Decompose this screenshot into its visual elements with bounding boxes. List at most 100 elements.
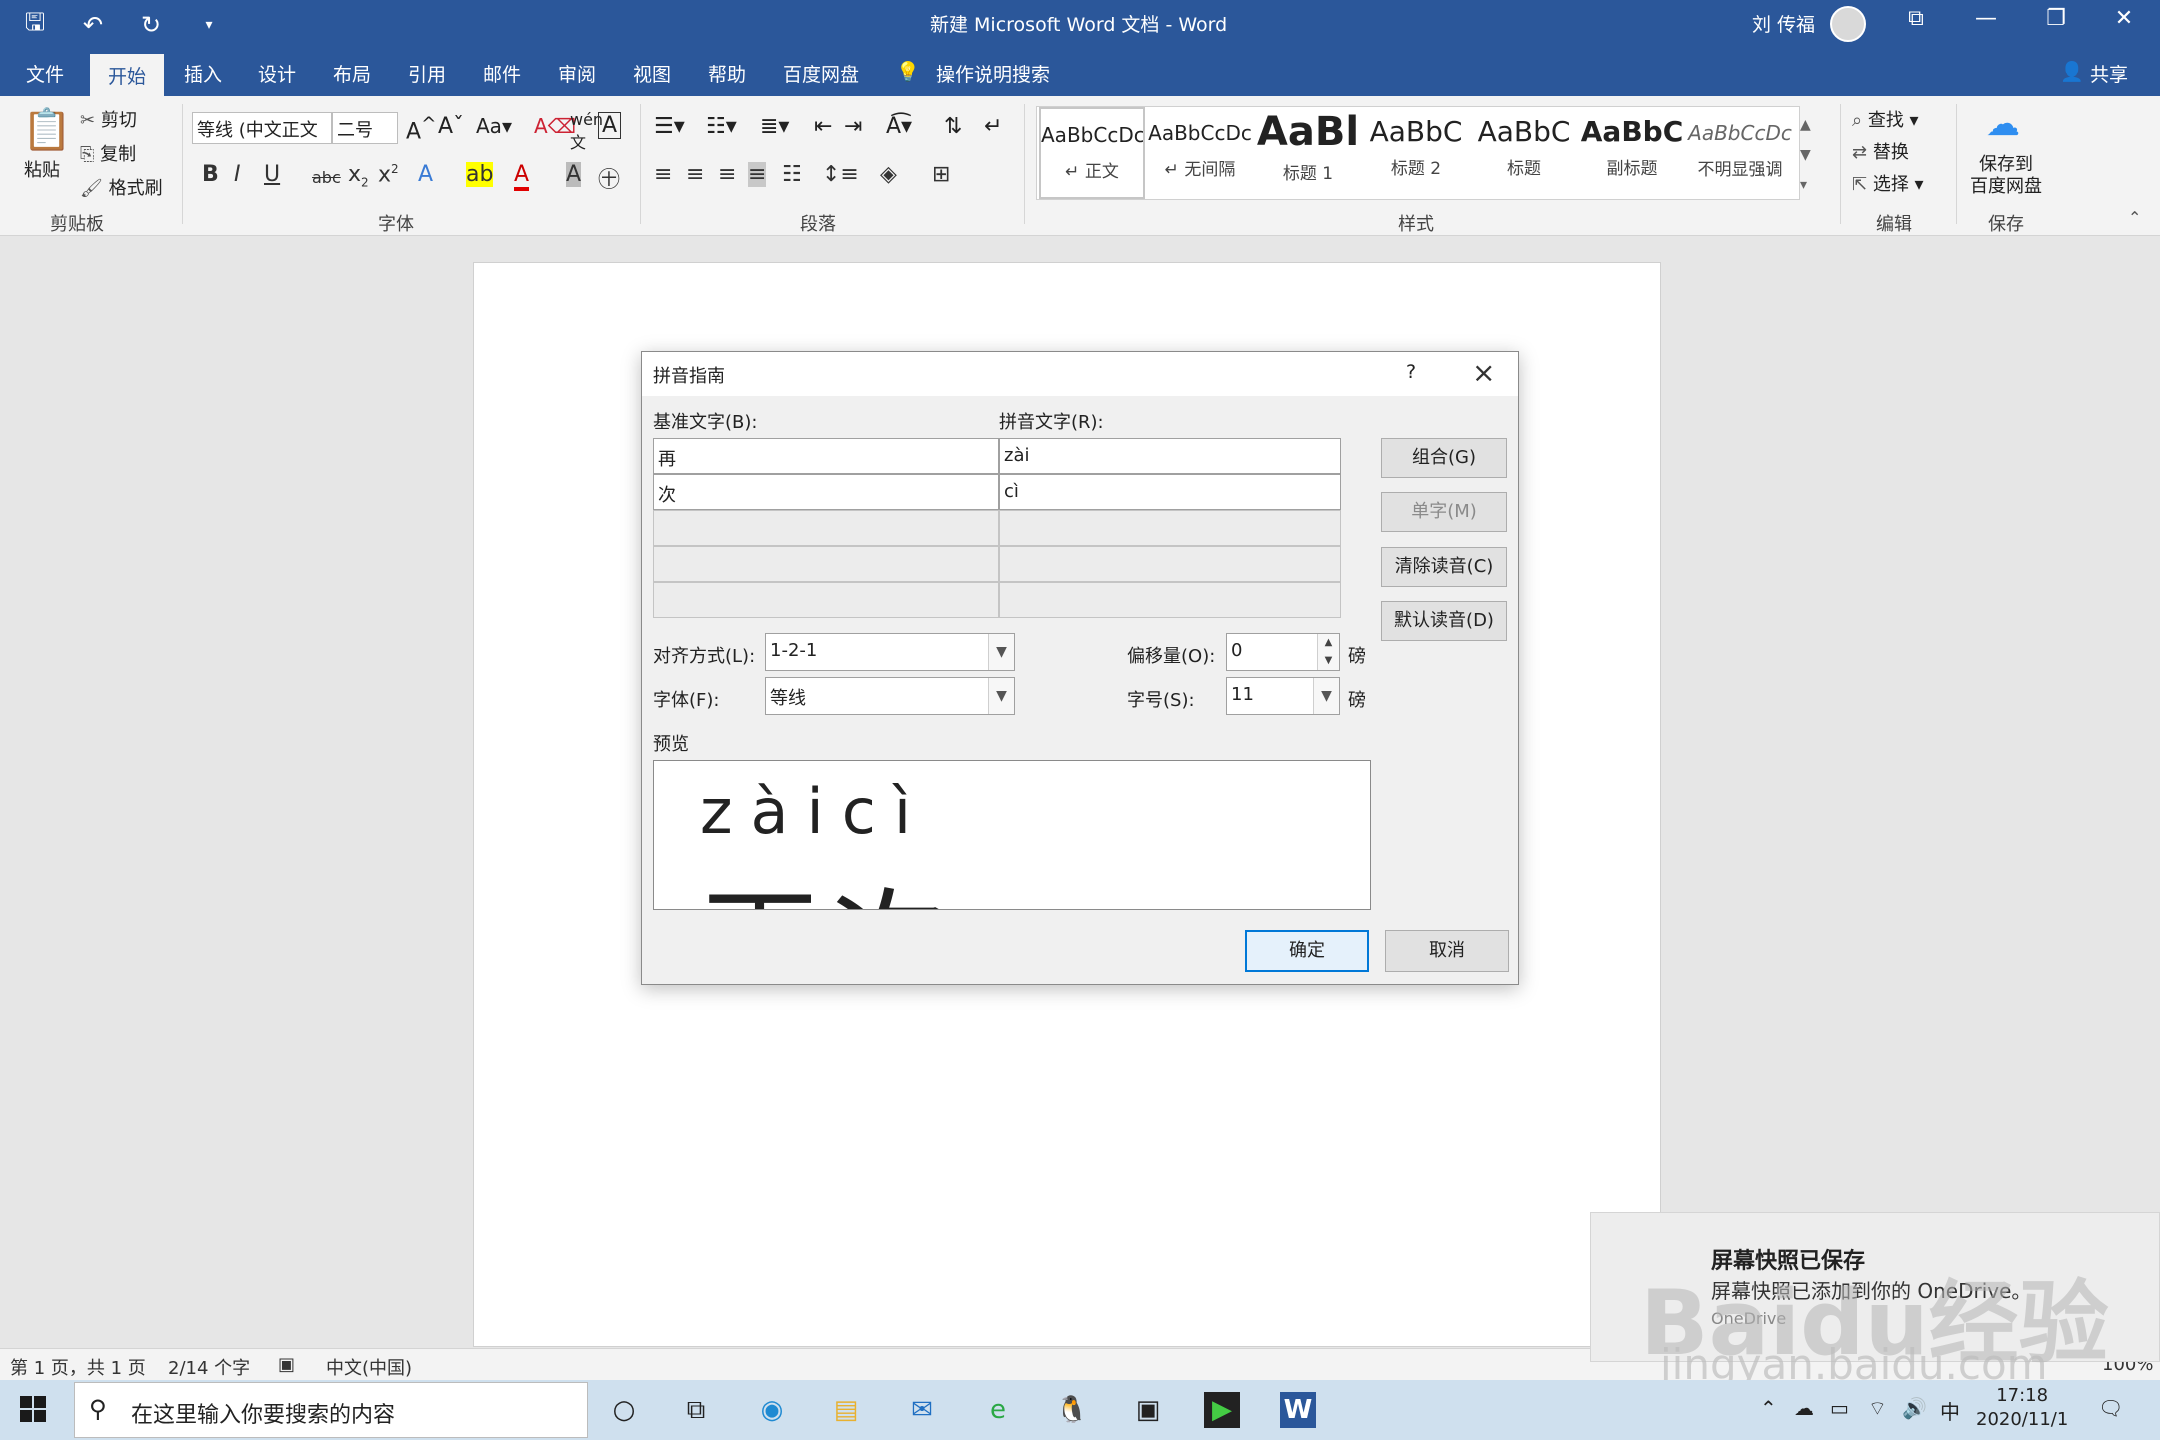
spin-up-icon[interactable]: ▲ (1317, 634, 1339, 652)
redo-icon[interactable]: ↻ (136, 11, 166, 39)
default-reading-button[interactable]: 默认读音(D) (1381, 601, 1507, 641)
replace-button[interactable]: ⇄ 替换 (1852, 138, 1909, 164)
bold-icon[interactable]: B (202, 162, 219, 187)
highlight-icon[interactable]: ab (466, 162, 494, 187)
ie-icon[interactable]: e (980, 1392, 1016, 1428)
tab-baidu-netdisk[interactable]: 百度网盘 (783, 60, 859, 87)
chevron-down-icon[interactable]: ▼ (988, 634, 1014, 670)
chinese-layout-icon[interactable]: A͡▾ (886, 114, 912, 139)
ok-button[interactable]: 确定 (1245, 930, 1369, 972)
tell-me-search[interactable]: 操作说明搜索 (936, 60, 1050, 87)
align-left-icon[interactable]: ≡ (654, 162, 672, 187)
decrease-indent-icon[interactable]: ⇤ (814, 114, 832, 139)
grow-font-icon[interactable]: A^ (406, 114, 436, 144)
tab-file[interactable]: 文件 (26, 60, 64, 87)
undo-icon[interactable]: ↶ (78, 11, 108, 39)
restore-icon[interactable]: ❐ (2036, 6, 2076, 31)
chevron-down-icon[interactable]: ▼ (988, 678, 1014, 714)
align-right-icon[interactable]: ≡ (718, 162, 736, 187)
char-border-icon[interactable]: A (598, 112, 622, 139)
battery-icon[interactable]: ▭ (1830, 1396, 1849, 1420)
style-title[interactable]: AaBbC 标题 (1471, 107, 1577, 199)
game-icon[interactable]: ▣ (1130, 1392, 1166, 1428)
mono-button[interactable]: 单字(M) (1381, 492, 1507, 532)
char-shading-icon[interactable]: A (566, 162, 582, 187)
baidu-cloud-icon[interactable]: ☁ (1986, 104, 2020, 144)
numbering-icon[interactable]: ☷▾ (706, 114, 737, 139)
change-case-icon[interactable]: Aa▾ (476, 114, 512, 138)
avatar[interactable] (1830, 6, 1866, 42)
close-window-icon[interactable]: ✕ (2104, 6, 2144, 31)
gallery-scroll-icon[interactable]: ▲ ▼ ▾ (1800, 110, 1811, 200)
shrink-font-icon[interactable]: Aˇ (438, 114, 464, 139)
tab-mailings[interactable]: 邮件 (483, 60, 521, 87)
select-button[interactable]: ⇱ 选择 ▾ (1852, 170, 1924, 196)
ime-indicator[interactable]: 中 (1940, 1396, 1960, 1425)
style-heading-1[interactable]: AaBl 标题 1 (1255, 107, 1361, 199)
tab-layout[interactable]: 布局 (333, 60, 371, 87)
cut-button[interactable]: ✂ 剪切 (80, 106, 137, 132)
onedrive-icon[interactable]: ☁ (1794, 1396, 1814, 1420)
style-subtitle[interactable]: AaBbC 副标题 (1579, 107, 1685, 199)
close-icon[interactable]: × (1472, 356, 1495, 389)
style-normal[interactable]: AaBbCcDc ↵ 正文 (1039, 107, 1145, 199)
shading-icon[interactable]: ◈ (880, 162, 897, 187)
cancel-button[interactable]: 取消 (1385, 930, 1509, 972)
tab-references[interactable]: 引用 (408, 60, 446, 87)
base-cell[interactable]: 次 (653, 474, 999, 510)
save-icon[interactable]: 🖫 (20, 5, 50, 46)
ruby-cell[interactable]: cì (999, 474, 1341, 510)
tab-help[interactable]: 帮助 (708, 60, 746, 87)
clear-reading-button[interactable]: 清除读音(C) (1381, 547, 1507, 587)
underline-icon[interactable]: U (264, 162, 280, 187)
help-icon[interactable]: ? (1406, 361, 1416, 383)
windows-start-icon[interactable] (20, 1396, 48, 1424)
find-button[interactable]: ⌕ 查找 ▾ (1852, 106, 1919, 132)
page-count[interactable]: 第 1 页，共 1 页 (10, 1354, 146, 1380)
minimize-icon[interactable]: — (1966, 6, 2006, 31)
spin-down-icon[interactable]: ▼ (1317, 652, 1339, 670)
show-marks-icon[interactable]: ↵ (984, 114, 1002, 139)
line-spacing-icon[interactable]: ↕≡ (822, 162, 859, 187)
cortana-icon[interactable]: ○ (606, 1392, 642, 1428)
proofing-icon[interactable]: ▣ (278, 1354, 295, 1375)
distributed-icon[interactable]: ☷ (782, 162, 802, 187)
file-explorer-icon[interactable]: ▤ (828, 1392, 864, 1428)
taskbar-search[interactable]: ⚲ 在这里输入你要搜索的内容 (74, 1382, 588, 1438)
edge-icon[interactable]: ◉ (754, 1392, 790, 1428)
style-heading-2[interactable]: AaBbC 标题 2 (1363, 107, 1469, 199)
word-icon[interactable]: W (1280, 1392, 1316, 1428)
text-effects-icon[interactable]: A (418, 162, 433, 187)
multilevel-list-icon[interactable]: ≣▾ (760, 114, 789, 139)
word-count[interactable]: 2/14 个字 (168, 1354, 250, 1380)
enclose-char-icon[interactable]: ㊉ (598, 162, 620, 194)
wifi-icon[interactable]: ⌔ (1868, 1396, 1887, 1421)
tab-design[interactable]: 设计 (258, 60, 296, 87)
format-painter-button[interactable]: 🖌 格式刷 (80, 174, 163, 200)
paste-icon[interactable]: 📋 (22, 106, 72, 153)
font-size-box[interactable]: 二号 (332, 112, 398, 144)
mail-icon[interactable]: ✉ (904, 1392, 940, 1428)
share-button[interactable]: 共享 (2090, 60, 2128, 87)
justify-icon[interactable]: ≡ (748, 162, 767, 187)
style-subtle-emphasis[interactable]: AaBbCcDc 不明显强调 (1687, 107, 1793, 199)
task-view-icon[interactable]: ⧉ (678, 1392, 714, 1428)
tab-review[interactable]: 审阅 (558, 60, 596, 87)
customize-qat-icon[interactable]: ▾ (194, 17, 224, 33)
clock[interactable]: 17:18 2020/11/1 (1976, 1384, 2068, 1432)
borders-icon[interactable]: ⊞ (932, 162, 950, 187)
tab-home[interactable]: 开始 (90, 54, 165, 99)
ruby-cell[interactable]: zài (999, 438, 1341, 474)
font-select[interactable]: 等线 ▼ (765, 677, 1015, 715)
style-no-spacing[interactable]: AaBbCcDc ↵ 无间隔 (1147, 107, 1253, 199)
group-button[interactable]: 组合(G) (1381, 438, 1507, 478)
collapse-ribbon-icon[interactable]: ⌃ (2128, 208, 2141, 227)
align-center-icon[interactable]: ≡ (686, 162, 704, 187)
sort-icon[interactable]: ⇅ (944, 114, 962, 139)
media-player-icon[interactable]: ▶ (1204, 1392, 1240, 1428)
volume-icon[interactable]: 🔊 (1902, 1396, 1927, 1420)
offset-stepper[interactable]: 0 ▲ ▼ (1226, 633, 1340, 671)
ribbon-display-icon[interactable]: ⧉ (1896, 6, 1936, 31)
superscript-icon[interactable]: x2 (378, 162, 399, 187)
italic-icon[interactable]: I (234, 162, 241, 187)
